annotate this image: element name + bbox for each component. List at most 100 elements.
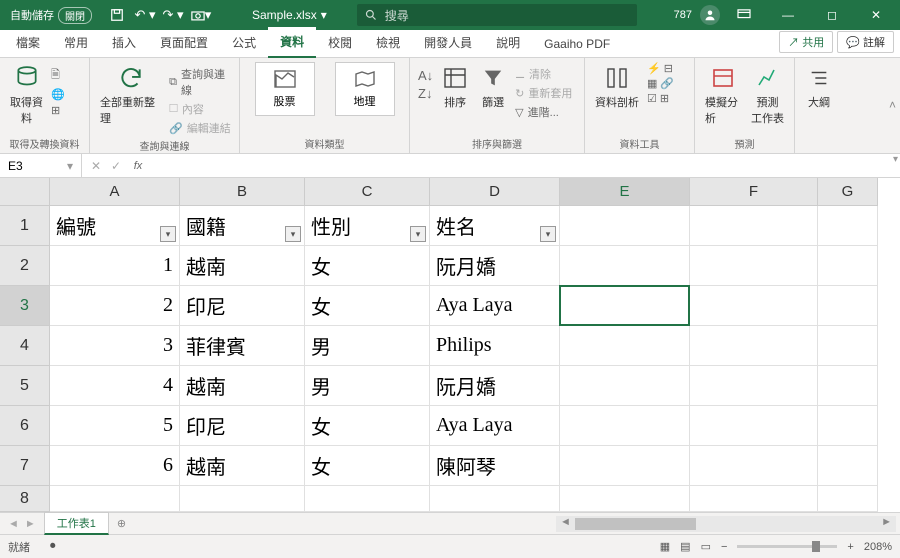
from-web-icon[interactable]: 🌐 <box>51 88 65 101</box>
cell[interactable] <box>560 366 690 406</box>
consolidate-icon[interactable]: ⊟ <box>664 62 673 75</box>
file-name[interactable]: Sample.xlsx ▾ <box>252 8 327 22</box>
cell[interactable]: 5 <box>50 406 180 446</box>
cell[interactable] <box>690 486 818 512</box>
row-header[interactable]: 1 <box>0 206 50 246</box>
cell[interactable]: 性別▾ <box>305 206 430 246</box>
row-header[interactable]: 6 <box>0 406 50 446</box>
spreadsheet-grid[interactable]: 1 2 3 4 5 6 7 8 ABCDEFG 編號▾國籍▾性別▾姓名▾1越南女… <box>0 178 900 512</box>
prev-sheet-icon[interactable]: ◄ <box>8 518 19 530</box>
col-header[interactable]: B <box>180 178 305 206</box>
cell[interactable] <box>818 286 878 326</box>
advanced-filter[interactable]: ▽ 進階... <box>515 104 572 120</box>
macro-record-icon[interactable]: ⏺ <box>50 540 56 553</box>
cell[interactable]: Aya Laya <box>430 406 560 446</box>
cell[interactable] <box>560 206 690 246</box>
cell[interactable] <box>818 246 878 286</box>
cell[interactable]: 阮月嬌 <box>430 246 560 286</box>
cell[interactable] <box>818 446 878 486</box>
fx-icon[interactable]: fx <box>128 159 144 173</box>
cell[interactable] <box>690 326 818 366</box>
cell[interactable]: 越南 <box>180 246 305 286</box>
geo-type[interactable]: 地理 <box>335 62 395 116</box>
zoom-slider[interactable] <box>737 545 837 548</box>
flash-fill-icon[interactable]: ⚡ <box>647 62 661 75</box>
tab-layout[interactable]: 頁面配置 <box>148 28 220 57</box>
sort-asc-icon[interactable]: A↓ <box>418 68 433 83</box>
tab-formulas[interactable]: 公式 <box>220 28 268 57</box>
camera-icon[interactable]: ▾ <box>190 4 212 26</box>
minimize-button[interactable]: — <box>768 0 808 30</box>
zoom-in-button[interactable]: + <box>847 541 853 553</box>
row-header[interactable]: 3 <box>0 286 50 326</box>
share-button[interactable]: ↗ 共用 <box>779 31 833 53</box>
cell[interactable] <box>180 486 305 512</box>
cell[interactable]: 女 <box>305 286 430 326</box>
row-header[interactable]: 5 <box>0 366 50 406</box>
tab-view[interactable]: 檢視 <box>364 28 412 57</box>
close-button[interactable]: ✕ <box>856 0 896 30</box>
col-header[interactable]: F <box>690 178 818 206</box>
redo-icon[interactable]: ↷ ▾ <box>162 4 184 26</box>
cell[interactable]: 女 <box>305 446 430 486</box>
cell[interactable]: 1 <box>50 246 180 286</box>
cell[interactable]: 越南 <box>180 366 305 406</box>
collapse-ribbon-icon[interactable]: ˄ <box>889 98 896 112</box>
cell[interactable] <box>690 286 818 326</box>
row-header[interactable]: 4 <box>0 326 50 366</box>
whatif-button[interactable]: 模擬分析 <box>703 62 743 128</box>
text-to-columns[interactable]: 資料剖析 <box>593 62 641 112</box>
remove-dup-icon[interactable]: ▦ <box>647 77 657 90</box>
cell[interactable] <box>560 326 690 366</box>
cell[interactable] <box>560 286 690 326</box>
cell[interactable]: 2 <box>50 286 180 326</box>
cell[interactable]: 姓名▾ <box>430 206 560 246</box>
queries-connections[interactable]: ⧉ 查詢與連線 <box>169 66 231 98</box>
cell[interactable] <box>818 366 878 406</box>
tab-review[interactable]: 校閱 <box>316 28 364 57</box>
maximize-button[interactable]: ◻ <box>812 0 852 30</box>
user-id[interactable]: 787 <box>670 9 696 21</box>
horizontal-scrollbar[interactable]: ◄► <box>556 516 896 532</box>
cell[interactable] <box>818 486 878 512</box>
view-normal-icon[interactable]: ▦ <box>660 540 670 553</box>
col-header[interactable]: G <box>818 178 878 206</box>
cell[interactable]: 男 <box>305 326 430 366</box>
zoom-level[interactable]: 208% <box>864 541 892 553</box>
col-header[interactable]: C <box>305 178 430 206</box>
col-header[interactable]: E <box>560 178 690 206</box>
relationships-icon[interactable]: 🔗 <box>660 77 674 90</box>
data-validation-icon[interactable]: ☑ <box>647 92 657 105</box>
sort-desc-icon[interactable]: Z↓ <box>418 86 433 101</box>
cell[interactable]: 3 <box>50 326 180 366</box>
tab-data[interactable]: 資料 <box>268 27 316 58</box>
cell[interactable] <box>690 406 818 446</box>
cell[interactable] <box>50 486 180 512</box>
search-input[interactable]: 搜尋 <box>357 4 637 26</box>
cell[interactable]: 4 <box>50 366 180 406</box>
cell[interactable] <box>560 486 690 512</box>
cell[interactable]: 印尼 <box>180 286 305 326</box>
cell[interactable]: 越南 <box>180 446 305 486</box>
auto-save-toggle[interactable]: 自動儲存 關閉 <box>4 7 98 24</box>
row-header[interactable]: 7 <box>0 446 50 486</box>
view-break-icon[interactable]: ▭ <box>701 540 711 553</box>
cell[interactable] <box>818 406 878 446</box>
cell[interactable]: 菲律賓 <box>180 326 305 366</box>
cell[interactable]: 女 <box>305 246 430 286</box>
col-header[interactable]: A <box>50 178 180 206</box>
sort-button[interactable]: 排序 <box>439 62 471 112</box>
cell[interactable]: 男 <box>305 366 430 406</box>
cell[interactable] <box>560 446 690 486</box>
row-header[interactable]: 8 <box>0 486 50 512</box>
tab-file[interactable]: 檔案 <box>4 28 52 57</box>
from-text-icon[interactable]: 🗎 <box>51 66 65 85</box>
cell[interactable] <box>818 326 878 366</box>
cell[interactable]: 6 <box>50 446 180 486</box>
filter-dropdown-icon[interactable]: ▾ <box>410 226 426 242</box>
filter-button[interactable]: 篩選 <box>477 62 509 112</box>
manage-model-icon[interactable]: ⊞ <box>660 92 669 105</box>
enter-icon[interactable]: ✓ <box>108 159 124 173</box>
tab-developer[interactable]: 開發人員 <box>412 28 484 57</box>
cell[interactable] <box>818 206 878 246</box>
